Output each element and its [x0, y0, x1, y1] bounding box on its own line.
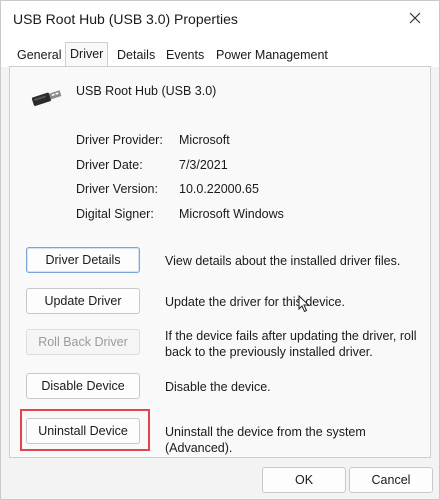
- driver-panel: USB Root Hub (USB 3.0) Driver Provider: …: [9, 66, 431, 458]
- tab-driver[interactable]: Driver: [65, 42, 109, 67]
- cancel-button[interactable]: Cancel: [349, 467, 433, 493]
- driver-details-button[interactable]: Driver Details: [26, 247, 140, 273]
- update-driver-button[interactable]: Update Driver: [26, 288, 140, 314]
- driver-date-label: Driver Date:: [76, 158, 143, 172]
- tab-strip: General Driver Details Events Power Mana…: [1, 37, 439, 67]
- tab-general[interactable]: General: [13, 46, 65, 67]
- driver-date-value: 7/3/2021: [179, 158, 228, 172]
- disable-device-button[interactable]: Disable Device: [26, 373, 140, 399]
- tab-power-management[interactable]: Power Management: [212, 46, 332, 67]
- tab-events[interactable]: Events: [162, 46, 208, 67]
- driver-version-label: Driver Version:: [76, 182, 158, 196]
- driver-provider-value: Microsoft: [179, 133, 230, 147]
- driver-details-description: View details about the installed driver …: [165, 254, 401, 268]
- roll-back-driver-button[interactable]: Roll Back Driver: [26, 329, 140, 355]
- close-icon: [409, 12, 421, 24]
- tab-details[interactable]: Details: [113, 46, 159, 67]
- mouse-pointer-icon: [298, 295, 310, 313]
- window-title: USB Root Hub (USB 3.0) Properties: [13, 11, 238, 27]
- driver-version-value: 10.0.22000.65: [179, 182, 259, 196]
- uninstall-device-description: Uninstall the device from the system (Ad…: [165, 425, 366, 455]
- uninstall-device-button[interactable]: Uninstall Device: [26, 418, 140, 444]
- properties-dialog: USB Root Hub (USB 3.0) Properties Genera…: [0, 0, 440, 500]
- title-bar: USB Root Hub (USB 3.0) Properties: [1, 1, 439, 37]
- update-driver-description: Update the driver for this device.: [165, 295, 345, 309]
- roll-back-driver-description: If the device fails after updating the d…: [165, 329, 417, 359]
- usb-plug-icon: [31, 90, 62, 107]
- digital-signer-label: Digital Signer:: [76, 207, 154, 221]
- driver-provider-label: Driver Provider:: [76, 133, 163, 147]
- disable-device-description: Disable the device.: [165, 380, 271, 394]
- digital-signer-value: Microsoft Windows: [179, 207, 284, 221]
- close-button[interactable]: [401, 5, 429, 31]
- ok-button[interactable]: OK: [262, 467, 346, 493]
- device-name: USB Root Hub (USB 3.0): [76, 84, 217, 98]
